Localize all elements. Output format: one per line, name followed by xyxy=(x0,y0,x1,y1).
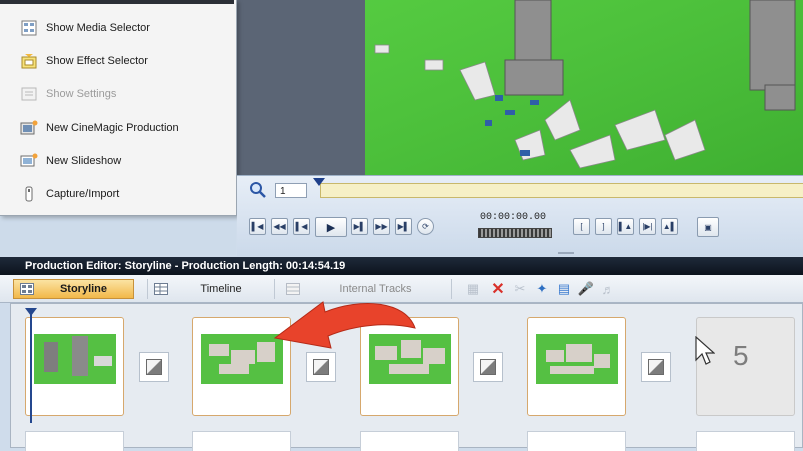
loop-button[interactable]: ⟳ xyxy=(417,218,434,235)
tab-storyline[interactable]: Storyline xyxy=(13,279,134,299)
play-icon: ▶ xyxy=(326,221,336,234)
left-panel xyxy=(0,215,236,255)
storyline-clip[interactable] xyxy=(25,431,124,451)
tab-timeline[interactable]: Timeline xyxy=(147,279,275,299)
red-arrow-icon xyxy=(273,301,416,349)
menu-item-new-slideshow[interactable]: New Slideshow xyxy=(0,148,234,174)
play-selection-button[interactable]: |▶| xyxy=(639,218,656,235)
speaker-icon: ♬ xyxy=(601,281,615,297)
rewind-icon: ◀◀ xyxy=(273,222,286,231)
skip-end-icon: ▶▌ xyxy=(397,222,410,231)
cinemagic-icon xyxy=(20,120,38,136)
step-forward-button[interactable]: ▶▌ xyxy=(351,218,368,235)
capture-icon xyxy=(20,186,38,202)
transition-icon xyxy=(313,359,329,375)
disabled-tool-button: ▦ xyxy=(465,281,481,297)
storyline-clip[interactable] xyxy=(696,431,795,451)
camera-icon: ▣ xyxy=(704,222,712,232)
tab-label: Timeline xyxy=(200,283,242,295)
go-to-start-button[interactable]: ▌◀ xyxy=(249,218,266,235)
transition-icon xyxy=(480,359,496,375)
menu-item-label: Show Media Selector xyxy=(46,22,150,34)
timeline-icon xyxy=(154,283,168,295)
storyline-playhead[interactable] xyxy=(30,313,32,423)
fast-forward-button[interactable]: ▶▶ xyxy=(373,218,390,235)
scrubber-playhead[interactable] xyxy=(313,178,325,186)
storyline-clip[interactable] xyxy=(360,431,459,451)
scrubber-track[interactable] xyxy=(320,183,803,198)
delete-button[interactable]: ✕ xyxy=(490,281,506,298)
storyline-icon xyxy=(20,283,34,295)
transition-icon xyxy=(648,359,664,375)
settings-icon xyxy=(20,86,38,102)
slideshow-icon xyxy=(20,153,38,169)
jog-wheel[interactable] xyxy=(478,228,552,238)
timecode-display: 00:00:00.00 xyxy=(480,212,547,223)
clip-thumbnail xyxy=(536,334,618,384)
media-icon: ▤ xyxy=(557,281,571,296)
cut-button: ✂ xyxy=(512,281,528,297)
effects-button[interactable]: ✦ xyxy=(534,281,550,297)
mark-in-icon: [ xyxy=(580,222,583,231)
menu-item-show-effect-selector[interactable]: Show Effect Selector xyxy=(0,48,234,74)
menu-item-label: Show Settings xyxy=(46,88,117,100)
microphone-icon: 🎤 xyxy=(577,281,595,296)
menu-top-edge xyxy=(0,0,234,4)
transition-slot[interactable] xyxy=(641,352,671,382)
storyline-clip[interactable] xyxy=(25,317,124,416)
play-button[interactable]: ▶ xyxy=(315,217,347,237)
transition-slot[interactable] xyxy=(139,352,169,382)
video-frame-image xyxy=(365,0,803,175)
audio-record-button[interactable]: 🎤 xyxy=(578,281,594,297)
rewind-button[interactable]: ◀◀ xyxy=(271,218,288,235)
effects-icon: ✦ xyxy=(536,281,548,296)
grid-icon: ▦ xyxy=(466,281,480,296)
go-to-end-button[interactable]: ▶▌ xyxy=(395,218,412,235)
transition-icon xyxy=(146,359,162,375)
storyline-clip[interactable] xyxy=(192,431,291,451)
step-forward-icon: ▶▌ xyxy=(353,222,366,231)
zoom-input[interactable]: 1 xyxy=(275,183,307,198)
menu-item-label: New Slideshow xyxy=(46,155,122,167)
transition-slot[interactable] xyxy=(473,352,503,382)
volume-button: ♬ xyxy=(600,281,616,297)
tab-label: Storyline xyxy=(59,283,108,295)
snapshot-button[interactable]: ▣ xyxy=(697,217,719,237)
clip-thumbnail xyxy=(34,334,116,384)
mouse-cursor-icon xyxy=(695,336,715,365)
effect-selector-icon xyxy=(20,53,38,69)
menu-item-label: New CineMagic Production xyxy=(46,122,179,134)
mark-out-button[interactable]: ] xyxy=(595,218,612,235)
go-to-out-icon: ▲▌ xyxy=(662,222,677,231)
play-range-icon: |▶| xyxy=(642,222,653,231)
loop-icon: ⟳ xyxy=(422,222,429,231)
delete-icon: ✕ xyxy=(491,281,505,298)
slot-number: 5 xyxy=(733,340,749,371)
video-preview xyxy=(365,0,803,175)
dropdown-menu: Show Media Selector Show Effect Selector… xyxy=(0,0,237,216)
menu-item-capture-import[interactable]: Capture/Import xyxy=(0,181,234,207)
step-back-icon: ▌◀ xyxy=(295,222,308,231)
menu-item-label: Capture/Import xyxy=(46,188,120,200)
menu-item-label: Show Effect Selector xyxy=(46,55,148,67)
splitter-handle[interactable] xyxy=(558,252,574,254)
fast-forward-icon: ▶▶ xyxy=(375,222,388,231)
go-to-in-icon: ▌▲ xyxy=(618,222,633,231)
media-button[interactable]: ▤ xyxy=(556,281,572,297)
menu-item-new-cinemagic-production[interactable]: New CineMagic Production xyxy=(0,115,234,141)
go-to-mark-out-button[interactable]: ▲▌ xyxy=(661,218,678,235)
zoom-icon[interactable] xyxy=(249,181,267,199)
skip-start-icon: ▌◀ xyxy=(251,222,264,231)
mark-in-button[interactable]: [ xyxy=(573,218,590,235)
editor-title-bar: Production Editor: Storyline - Productio… xyxy=(0,257,803,275)
storyline-clip[interactable] xyxy=(527,431,626,451)
mark-out-icon: ] xyxy=(602,222,605,231)
scissors-icon: ✂ xyxy=(514,281,526,296)
menu-item-show-settings: Show Settings xyxy=(0,81,234,107)
menu-item-show-media-selector[interactable]: Show Media Selector xyxy=(0,15,234,41)
step-back-button[interactable]: ▌◀ xyxy=(293,218,310,235)
storyline-clip[interactable] xyxy=(527,317,626,416)
go-to-mark-in-button[interactable]: ▌▲ xyxy=(617,218,634,235)
media-selector-icon xyxy=(20,20,38,36)
